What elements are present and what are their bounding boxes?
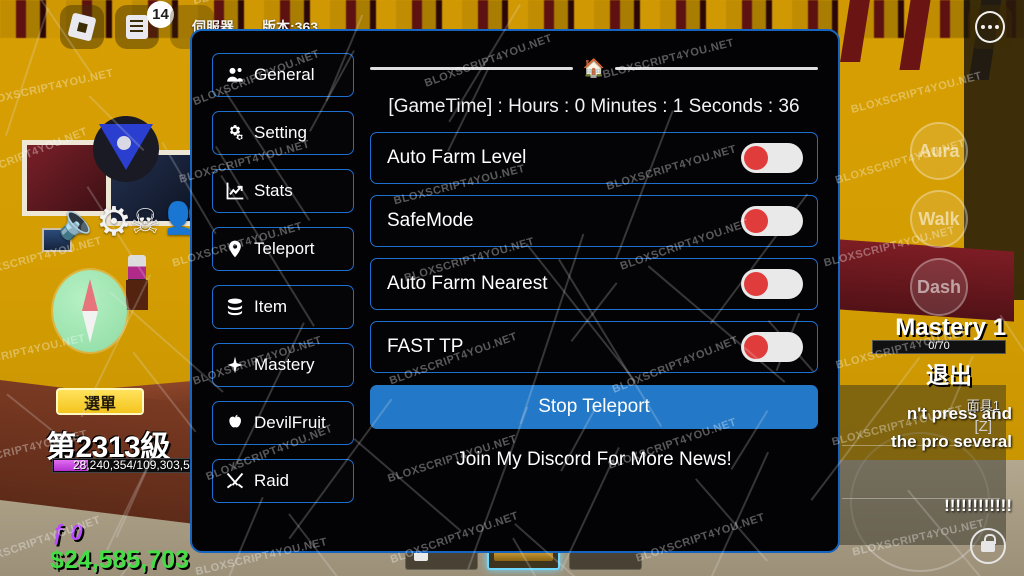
gear-icon: ⚙ <box>96 200 132 244</box>
guild-logo-icon <box>93 116 159 182</box>
ability-button-aura[interactable]: Aura <box>910 122 968 180</box>
option-label: SafeMode <box>387 210 474 231</box>
sidebar-item-setting[interactable]: Setting <box>212 111 354 155</box>
fragments-counter: ƒ 0 <box>52 520 83 545</box>
sidebar-item-label: Stats <box>254 181 293 200</box>
stop-teleport-button[interactable]: Stop Teleport <box>370 385 818 429</box>
sidebar-item-raid[interactable]: Raid <box>212 459 354 503</box>
script-hub-panel: General Setting Stats Teleport Item Mast… <box>190 29 840 553</box>
pirate-flag-icon: ☠ <box>130 203 161 241</box>
panel-header: 🏠 <box>370 58 819 78</box>
mastery-progress-bar: 0/70 <box>872 340 1006 354</box>
sidebar-item-general[interactable]: General <box>212 53 354 97</box>
sidebar-item-stats[interactable]: Stats <box>212 169 354 213</box>
mastery-title: Mastery 1 <box>895 314 1006 341</box>
chat-icon <box>126 15 148 39</box>
sidebar-item-label: Mastery <box>254 355 315 374</box>
toggle-auto-farm-nearest[interactable] <box>741 269 803 299</box>
toggle-fast-tp[interactable] <box>741 332 803 362</box>
compass-icon <box>53 270 127 352</box>
roblox-menu-button[interactable] <box>60 5 104 49</box>
option-row-fast-tp[interactable]: FAST TP <box>370 321 818 373</box>
game-menu-button[interactable]: 選單 <box>56 388 144 415</box>
panel-content: 🏠 [GameTime] : Hours : 0 Minutes : 1 Sec… <box>362 31 838 551</box>
chart-line-icon <box>225 181 245 201</box>
sidebar-item-label: Setting <box>254 123 307 142</box>
option-row-auto-farm-level[interactable]: Auto Farm Level <box>370 132 818 184</box>
roblox-logo-icon <box>67 12 97 42</box>
mastery-progress-label: 0/70 <box>928 340 950 352</box>
sidebar-item-label: Item <box>254 297 288 316</box>
toggle-auto-farm-level[interactable] <box>741 143 803 173</box>
xp-bar-label: 28,240,354/109,303,55 <box>73 458 197 472</box>
sidebar-item-teleport[interactable]: Teleport <box>212 227 354 271</box>
lock-icon <box>981 533 996 552</box>
exit-label[interactable]: 退出 <box>926 356 972 390</box>
option-row-auto-farm-nearest[interactable]: Auto Farm Nearest <box>370 258 818 310</box>
chat-message-2: the pro several <box>891 432 1012 451</box>
sidebar-item-label: DevilFruit <box>254 413 326 432</box>
toggle-safemode[interactable] <box>741 206 803 236</box>
option-label: FAST TP <box>387 336 464 357</box>
apple-icon <box>225 413 245 433</box>
database-icon <box>225 297 245 317</box>
sidebar-item-mastery[interactable]: Mastery <box>212 343 354 387</box>
option-row-safemode[interactable]: SafeMode <box>370 195 818 247</box>
sidebar-item-item[interactable]: Item <box>212 285 354 329</box>
chair <box>126 280 148 310</box>
sidebar-item-label: Teleport <box>254 239 315 258</box>
sidebar-item-devilfruit[interactable]: DevilFruit <box>212 401 354 445</box>
discord-footnote: Join My Discord For More News! <box>456 449 732 470</box>
mask-label: 面具1 <box>966 398 1000 413</box>
panel-sidebar: General Setting Stats Teleport Item Mast… <box>192 31 362 551</box>
sidebar-item-label: Raid <box>254 471 289 490</box>
speaker-icon: 🔈 <box>58 203 101 241</box>
money-counter: $24,585,703 <box>50 546 190 574</box>
xp-bar: 28,240,354/109,303,55 <box>52 458 200 473</box>
sparkle-icon <box>225 355 245 375</box>
swords-icon <box>225 471 245 491</box>
option-label: Auto Farm Nearest <box>387 273 548 294</box>
map-pin-icon <box>225 239 245 259</box>
lock-button[interactable] <box>970 528 1006 564</box>
chat-message-3: !!!!!!!!!!!! <box>944 496 1012 515</box>
option-label: Auto Farm Level <box>387 147 527 168</box>
header-rule-left <box>370 66 573 70</box>
header-rule-right <box>615 66 819 70</box>
sidebar-item-label: General <box>254 65 315 84</box>
gear-icon <box>225 123 245 143</box>
ability-button-walk[interactable]: Walk <box>910 190 968 248</box>
chat-button[interactable]: 14 <box>115 1 174 49</box>
ability-button-dash[interactable]: Dash <box>910 258 968 316</box>
gametime-label: [GameTime] : Hours : 0 Minutes : 1 Secon… <box>388 96 800 117</box>
user-icon <box>225 65 245 85</box>
house-icon: 🏠 <box>582 58 606 78</box>
mask-keybind: [Z] <box>974 418 993 435</box>
